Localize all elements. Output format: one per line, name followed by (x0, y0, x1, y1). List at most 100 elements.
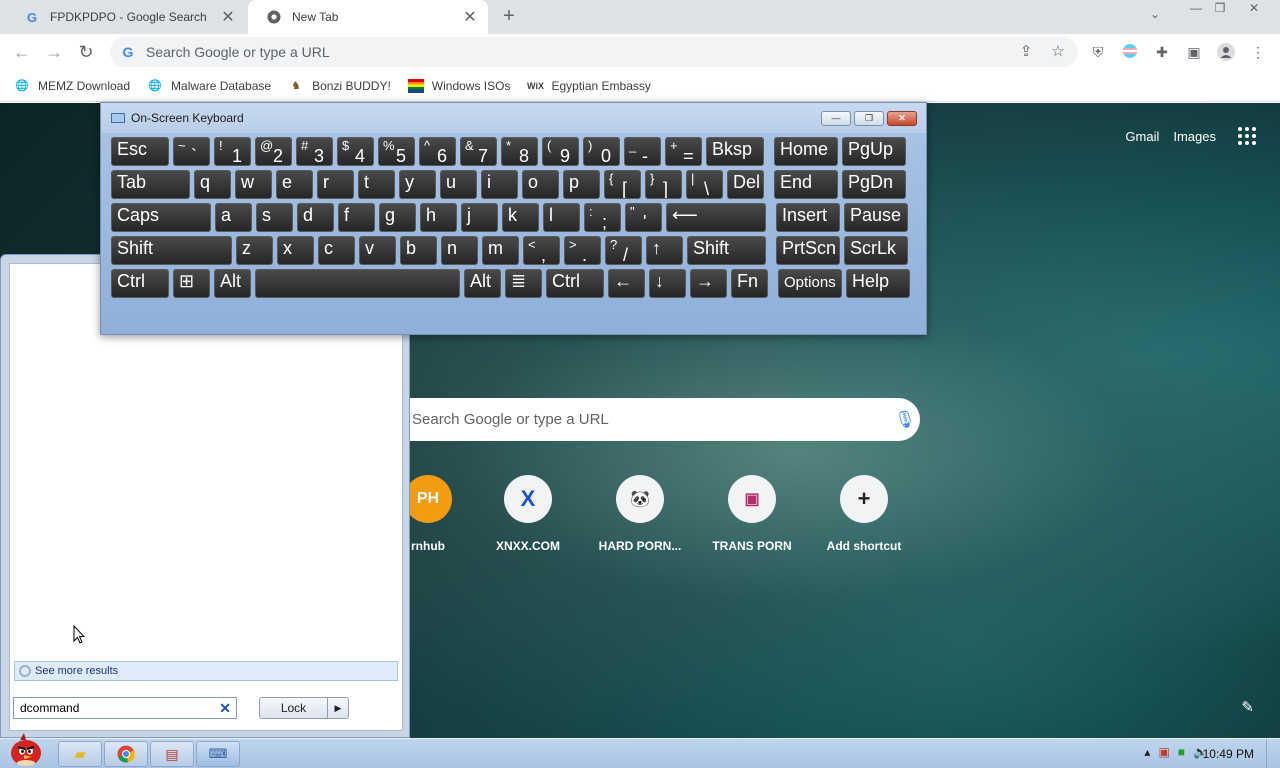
flag-extension-icon[interactable] (1121, 43, 1139, 61)
taskbar-explorer-button[interactable]: ▰ (58, 741, 102, 767)
osk-key-prtscn[interactable]: PrtScn (776, 236, 840, 265)
osk-key-i[interactable]: i (481, 170, 518, 199)
taskbar-chrome-button[interactable] (104, 741, 148, 767)
shortcut-tile[interactable]: 🐼 HARD PORN... (584, 475, 696, 553)
osk-key-b[interactable]: b (400, 236, 437, 265)
osk-key-pgdn[interactable]: PgDn (842, 170, 906, 199)
extensions-puzzle-icon[interactable]: ✚ (1153, 43, 1171, 61)
osk-key-r[interactable]: r (317, 170, 354, 199)
close-tab-icon[interactable]: ✕ (462, 7, 478, 27)
osk-key-d[interactable]: d (297, 203, 334, 232)
menu-kebab-icon[interactable]: ⋮ (1249, 43, 1267, 61)
images-link[interactable]: Images (1173, 129, 1216, 144)
osk-key-end[interactable]: End (774, 170, 838, 199)
shutdown-options-arrow-icon[interactable]: ▶ (328, 698, 348, 718)
see-more-results-link[interactable]: See more results (14, 661, 398, 681)
start-search-input[interactable]: dcommand ✕ (13, 697, 237, 719)
osk-key-h[interactable]: h (420, 203, 457, 232)
taskbar-clock[interactable]: 10:49 PM (1203, 747, 1254, 761)
tab-google-search[interactable]: G FPDKPDPO - Google Search ✕ (6, 0, 246, 34)
osk-restore-icon[interactable]: ❐ (854, 111, 884, 126)
osk-key-del[interactable]: Del (727, 170, 764, 199)
profile-avatar-icon[interactable] (1217, 43, 1235, 61)
osk-key-symbol[interactable]: → (690, 269, 727, 298)
osk-key-esc[interactable]: Esc (111, 137, 169, 166)
osk-key-symbol[interactable]: ~ ` (173, 137, 210, 166)
ntp-search-box[interactable]: Search Google or type a URL 🎙 (360, 398, 920, 441)
osk-key-g[interactable]: g (379, 203, 416, 232)
osk-key-t[interactable]: t (358, 170, 395, 199)
osk-key-6[interactable]: ^ 6 (419, 137, 456, 166)
osk-key-home[interactable]: Home (774, 137, 838, 166)
osk-key-z[interactable]: z (236, 236, 273, 265)
shortcut-tile[interactable]: ▣ TRANS PORN (696, 475, 808, 553)
close-tab-icon[interactable]: ✕ (220, 7, 236, 27)
close-window-icon[interactable]: ✕ (1244, 2, 1264, 16)
osk-key-symbol[interactable]: <, (523, 236, 560, 265)
osk-key-symbol[interactable]: ↑ (646, 236, 683, 265)
osk-title-bar[interactable]: On-Screen Keyboard (101, 103, 926, 133)
osk-key-tab[interactable]: Tab (111, 170, 190, 199)
taskbar-app-button[interactable]: ▤ (150, 741, 194, 767)
microphone-icon[interactable]: 🎙 (890, 410, 920, 430)
lock-button[interactable]: Lock ▶ (259, 697, 349, 719)
osk-key-c[interactable]: c (318, 236, 355, 265)
osk-key-symbol[interactable]: _ - (624, 137, 661, 166)
taskbar-osk-button[interactable]: ⌨ (196, 741, 240, 767)
osk-key-f[interactable]: f (338, 203, 375, 232)
osk-key-j[interactable]: j (461, 203, 498, 232)
osk-key-y[interactable]: y (399, 170, 436, 199)
osk-key-symbol[interactable]: " ' (625, 203, 662, 232)
minimize-icon[interactable]: — (1186, 2, 1206, 16)
osk-key-space[interactable] (255, 269, 460, 298)
osk-key-4[interactable]: $4 (337, 137, 374, 166)
osk-key-m[interactable]: m (482, 236, 519, 265)
osk-key-a[interactable]: a (215, 203, 252, 232)
osk-key-symbol[interactable]: | \ (686, 170, 723, 199)
osk-key-2[interactable]: @2 (255, 137, 292, 166)
side-panel-icon[interactable]: ▣ (1185, 43, 1203, 61)
share-icon[interactable]: ⇪ (1016, 37, 1036, 67)
show-hidden-icons-icon[interactable]: ▴ (1144, 745, 1150, 759)
reload-icon[interactable]: ↻ (74, 40, 98, 64)
osk-key-insert[interactable]: Insert (776, 203, 840, 232)
show-desktop-button[interactable] (1266, 739, 1280, 768)
osk-key-o[interactable]: o (522, 170, 559, 199)
shield-extension-icon[interactable]: ⛨ (1089, 43, 1107, 61)
osk-key-3[interactable]: #3 (296, 137, 333, 166)
osk-minimize-icon[interactable]: — (821, 111, 851, 126)
osk-key-symbol[interactable]: :; (584, 203, 621, 232)
osk-key-pause[interactable]: Pause (844, 203, 908, 232)
osk-key-v[interactable]: v (359, 236, 396, 265)
osk-key-symbol[interactable]: ← (608, 269, 645, 298)
shortcut-tile[interactable]: X XNXX.COM (472, 475, 584, 553)
osk-key-0[interactable]: ) 0 (583, 137, 620, 166)
clear-search-icon[interactable]: ✕ (219, 700, 231, 717)
osk-key-bksp[interactable]: Bksp (706, 137, 764, 166)
osk-key-symbol[interactable]: + = (665, 137, 702, 166)
osk-key-e[interactable]: e (276, 170, 313, 199)
back-arrow-icon[interactable]: ← (10, 40, 34, 64)
address-bar[interactable]: G Search Google or type a URL ⇪ ☆ (110, 37, 1078, 67)
start-orb-angry-bird-icon[interactable] (6, 731, 46, 768)
osk-key-alt[interactable]: Alt (464, 269, 501, 298)
osk-key-pgup[interactable]: PgUp (842, 137, 906, 166)
forward-arrow-icon[interactable]: → (42, 40, 66, 64)
osk-key-symbol[interactable]: ⊞ (173, 269, 210, 298)
osk-key-symbol[interactable]: ≣ (505, 269, 542, 298)
osk-key-symbol[interactable]: }] (645, 170, 682, 199)
osk-key-7[interactable]: & 7 (460, 137, 497, 166)
network-icon[interactable]: ■ (1178, 745, 1185, 759)
osk-key-help[interactable]: Help (846, 269, 910, 298)
osk-key-x[interactable]: x (277, 236, 314, 265)
gmail-link[interactable]: Gmail (1125, 129, 1159, 144)
osk-key-symbol[interactable]: ↓ (649, 269, 686, 298)
osk-key-shift[interactable]: Shift (687, 236, 766, 265)
bookmark-bonzi[interactable]: ♞ Bonzi BUDDY! (288, 78, 391, 94)
osk-key-8[interactable]: * 8 (501, 137, 538, 166)
google-apps-icon[interactable] (1238, 127, 1256, 145)
bookmark-memz[interactable]: 🌐 MEMZ Download (14, 78, 130, 94)
osk-key-options[interactable]: Options (778, 269, 842, 298)
tab-search-chevron-icon[interactable]: ⌄ (1150, 7, 1160, 21)
customize-pencil-icon[interactable]: ✎ (1241, 698, 1254, 716)
